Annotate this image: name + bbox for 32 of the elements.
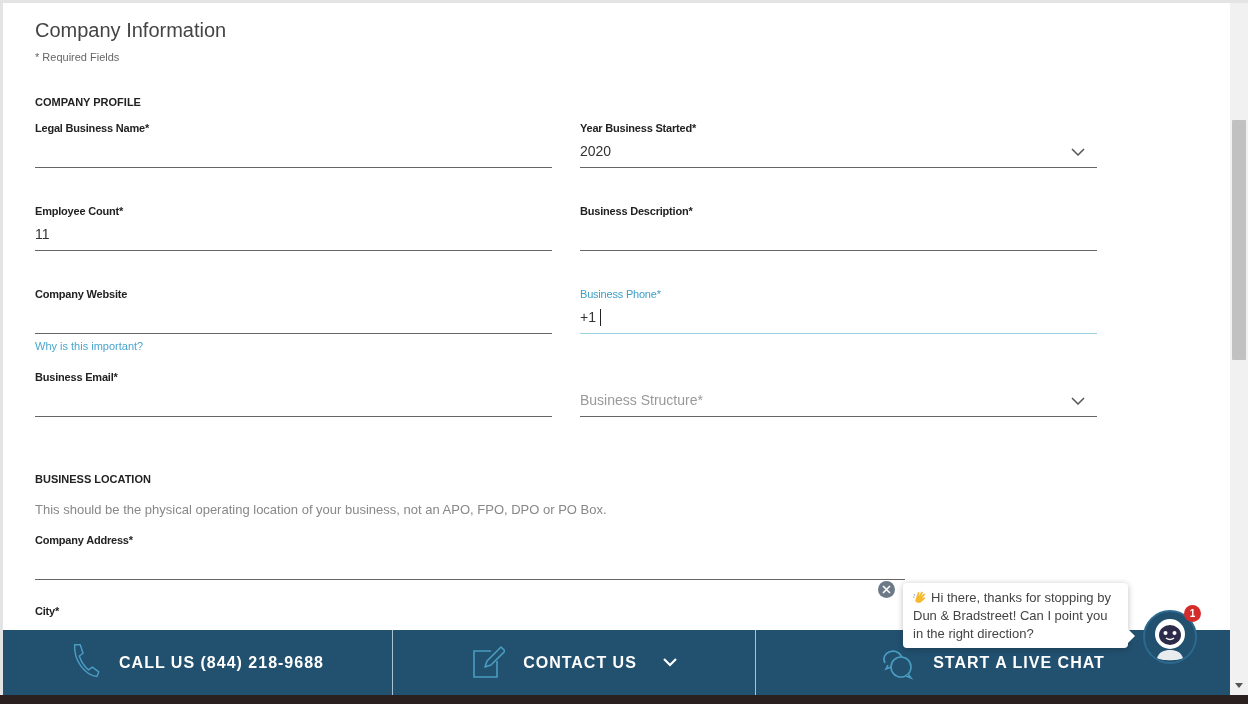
chevron-down-icon <box>1071 397 1085 405</box>
chevron-down-icon <box>662 658 677 667</box>
chevron-down-icon <box>1071 148 1085 156</box>
field-label: Legal Business Name* <box>35 121 150 135</box>
input-field[interactable]: +1 <box>580 301 1097 334</box>
section-heading: COMPANY PROFILE <box>35 95 142 109</box>
waving-hand-icon <box>913 590 927 604</box>
field-label: Business Description* <box>580 204 694 218</box>
field-label: Year Business Started* <box>580 121 698 135</box>
field-label: Employee Count* <box>35 204 125 218</box>
chat-tooltip: Hi there, thanks for stopping by Dun & Bradstreet! Can I point you in the right direction? <box>903 583 1128 648</box>
close-button[interactable] <box>878 581 895 598</box>
field-label: Business Email* <box>35 370 119 384</box>
scroll-down-icon[interactable] <box>1235 683 1243 688</box>
section-heading: BUSINESS LOCATION <box>35 472 152 486</box>
scrollbar[interactable] <box>1230 3 1248 695</box>
edit-icon <box>471 645 506 680</box>
field-label: Business Phone* <box>580 287 662 301</box>
notification-badge: 1 <box>1184 605 1201 622</box>
input-field[interactable]: 11 <box>35 218 552 251</box>
tooltip-pointer <box>1127 628 1135 644</box>
close-icon <box>882 585 891 594</box>
required-note: * Required Fields <box>35 50 121 64</box>
field-label: Company Website <box>35 287 129 301</box>
scrollbar-thumb[interactable] <box>1232 120 1246 360</box>
page-title: Company Information <box>35 18 228 43</box>
text-cursor <box>599 308 602 326</box>
section-note: This should be the physical operating location of your business, not an APO, FPO, DPO or PO Box. <box>35 502 608 518</box>
dropdown-field[interactable]: 2020 <box>580 135 1097 168</box>
chatbot-avatar[interactable] <box>1143 610 1197 664</box>
field-label: City* <box>35 604 61 618</box>
field-label: Company Address* <box>35 533 134 547</box>
